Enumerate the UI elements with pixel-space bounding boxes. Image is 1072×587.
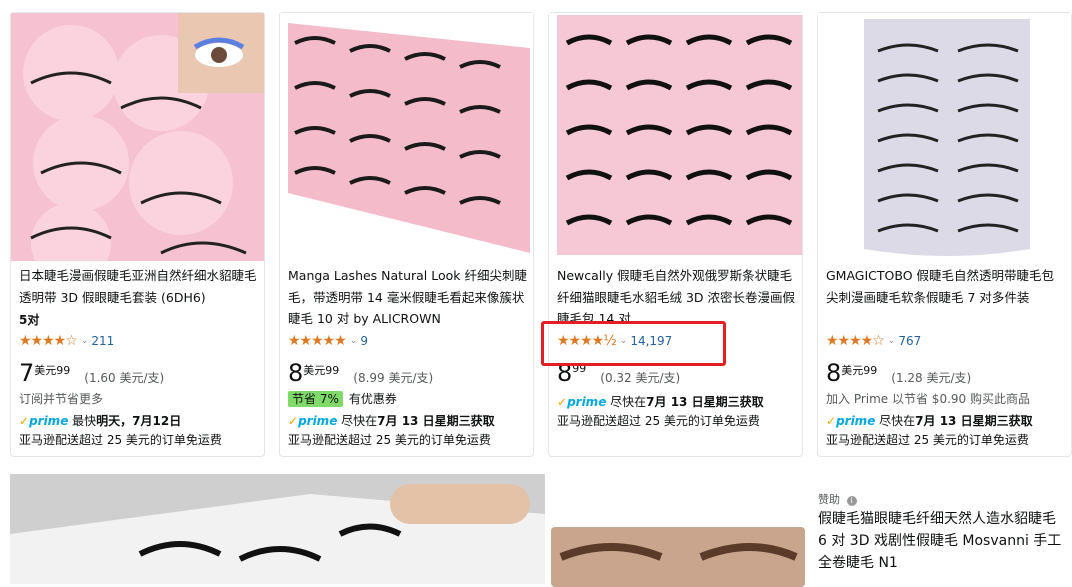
check-icon: ✓ <box>557 395 568 409</box>
video-thumbnail-image <box>10 474 545 584</box>
chevron-down-icon[interactable]: ⌄ <box>350 336 358 346</box>
product-title[interactable]: 日本睫毛漫画假睫毛亚洲自然纤细水貂睫毛透明带 3D 假眼睫毛套装 (6DH6) <box>19 265 258 308</box>
sponsored-label: 赞助 i <box>818 491 857 507</box>
sponsored-title[interactable]: 假睫毛猫眼睫毛纤细天然人造水貂睫毛 6 对 3D 戏剧性假睫毛 Mosvanni… <box>818 508 1063 574</box>
product-title[interactable]: Newcally 假睫毛自然外观俄罗斯条状睫毛纤细猫眼睫毛水貂毛绒 3D 浓密长… <box>557 265 796 330</box>
prime-savings-text[interactable]: 加入 Prime 以节省 $0.90 购买此商品 <box>826 390 1030 407</box>
product-title[interactable]: Manga Lashes Natural Look 纤细尖刺睫毛，带透明带 14… <box>288 265 527 330</box>
unit-price: (1.28 美元/支) <box>891 371 972 385</box>
delivery-prefix: 最快 <box>72 414 97 428</box>
shipping-text: 亚马逊配送超过 25 美元的订单免运费 <box>288 433 491 447</box>
price-whole: 8 <box>288 359 304 387</box>
price[interactable]: 8 美元99 (1.28 美元/支) <box>826 359 971 387</box>
star-rating-icon[interactable]: ★★★★☆ <box>19 333 78 349</box>
savings-badge: 节省 7% <box>288 391 343 407</box>
prime-logo: prime <box>567 395 607 409</box>
pack-count: 5对 <box>19 313 40 327</box>
delivery-date: 7月 13 日星期三获取 <box>646 395 764 409</box>
price[interactable]: 8 美元99 (8.99 美元/支) <box>288 359 433 387</box>
delivery-line: ✓prime 最快明天，7月12日 <box>19 412 181 429</box>
check-icon: ✓ <box>19 414 30 428</box>
product-title[interactable]: GMAGICTOBO 假睫毛自然透明带睫毛包尖刺漫画睫毛软条假睫毛 7 对多件装 <box>826 265 1065 308</box>
chevron-down-icon[interactable]: ⌄ <box>81 336 89 346</box>
price-fraction: 美元99 <box>303 364 340 377</box>
savings-line: 节省 7% 有优惠券 <box>288 390 397 407</box>
delivery-prefix: 尽快在 <box>879 414 916 428</box>
price-whole: 8 <box>826 359 842 387</box>
check-icon: ✓ <box>288 414 299 428</box>
info-icon[interactable]: i <box>846 496 857 506</box>
sponsored-text: 赞助 <box>818 493 840 506</box>
rating-count[interactable]: 9 <box>360 334 368 348</box>
delivery-date: 7月 13 日星期三获取 <box>377 414 495 428</box>
unit-price: (8.99 美元/支) <box>353 371 434 385</box>
lash-tray-image <box>11 13 264 261</box>
delivery-line: ✓prime 尽快在7月 13 日星期三获取 <box>557 393 764 410</box>
product-image[interactable] <box>551 527 805 587</box>
price[interactable]: 7 美元99 (1.60 美元/支) <box>19 359 164 387</box>
coupon-text[interactable]: 有优惠券 <box>349 392 397 406</box>
shipping-text: 亚马逊配送超过 25 美元的订单免运费 <box>826 433 1029 447</box>
rating-count[interactable]: 211 <box>91 334 114 348</box>
video-banner[interactable] <box>10 474 545 584</box>
unit-price: (0.32 美元/支) <box>600 371 681 385</box>
product-card[interactable]: GMAGICTOBO 假睫毛自然透明带睫毛包尖刺漫画睫毛软条假睫毛 7 对多件装… <box>817 12 1072 457</box>
shipping-text: 亚马逊配送超过 25 美元的订单免运费 <box>557 414 760 428</box>
star-rating-icon[interactable]: ★★★★★ <box>288 333 347 349</box>
prime-logo: prime <box>29 414 69 428</box>
check-icon: ✓ <box>826 414 837 428</box>
prime-logo: prime <box>298 414 338 428</box>
delivery-line: ✓prime 尽快在7月 13 日星期三获取 <box>826 412 1033 429</box>
delivery-line: ✓prime 尽快在7月 13 日星期三获取 <box>288 412 495 429</box>
subscribe-text: 订阅并节省更多 <box>19 392 104 406</box>
product-image[interactable] <box>11 13 264 261</box>
star-rating-icon[interactable]: ★★★★☆ <box>826 333 885 349</box>
lash-tray-image <box>280 13 533 261</box>
product-image[interactable] <box>549 13 802 261</box>
product-card[interactable]: Newcally 假睫毛自然外观俄罗斯条状睫毛纤细猫眼睫毛水貂毛绒 3D 浓密长… <box>548 12 803 457</box>
product-image[interactable] <box>280 13 533 261</box>
shipping-text: 亚马逊配送超过 25 美元的订单免运费 <box>19 433 222 447</box>
lash-tray-image <box>818 13 1071 261</box>
delivery-prefix: 尽快在 <box>610 395 647 409</box>
unit-price: (1.60 美元/支) <box>84 371 165 385</box>
price-fraction: 美元99 <box>841 364 878 377</box>
rating[interactable]: ★★★★☆ ⌄ 211 <box>19 333 114 349</box>
rating[interactable]: ★★★★☆ ⌄ 767 <box>826 333 921 349</box>
product-card[interactable]: Manga Lashes Natural Look 纤细尖刺睫毛，带透明带 14… <box>279 12 534 457</box>
highlight-box <box>541 321 726 366</box>
product-card[interactable]: 日本睫毛漫画假睫毛亚洲自然纤细水貂睫毛透明带 3D 假眼睫毛套装 (6DH6) … <box>10 12 265 457</box>
delivery-prefix: 尽快在 <box>341 414 378 428</box>
price-fraction: 美元99 <box>34 364 71 377</box>
eye-makeup-image <box>551 527 805 587</box>
prime-logo: prime <box>836 414 876 428</box>
product-image[interactable] <box>818 13 1071 261</box>
chevron-down-icon[interactable]: ⌄ <box>888 336 896 346</box>
delivery-date: 7月 13 日星期三获取 <box>915 414 1033 428</box>
rating[interactable]: ★★★★★ ⌄ 9 <box>288 333 368 349</box>
lash-tray-image <box>549 13 802 261</box>
delivery-date: 明天，7月12日 <box>96 414 182 428</box>
rating-count[interactable]: 767 <box>898 334 921 348</box>
price-whole: 7 <box>19 359 35 387</box>
